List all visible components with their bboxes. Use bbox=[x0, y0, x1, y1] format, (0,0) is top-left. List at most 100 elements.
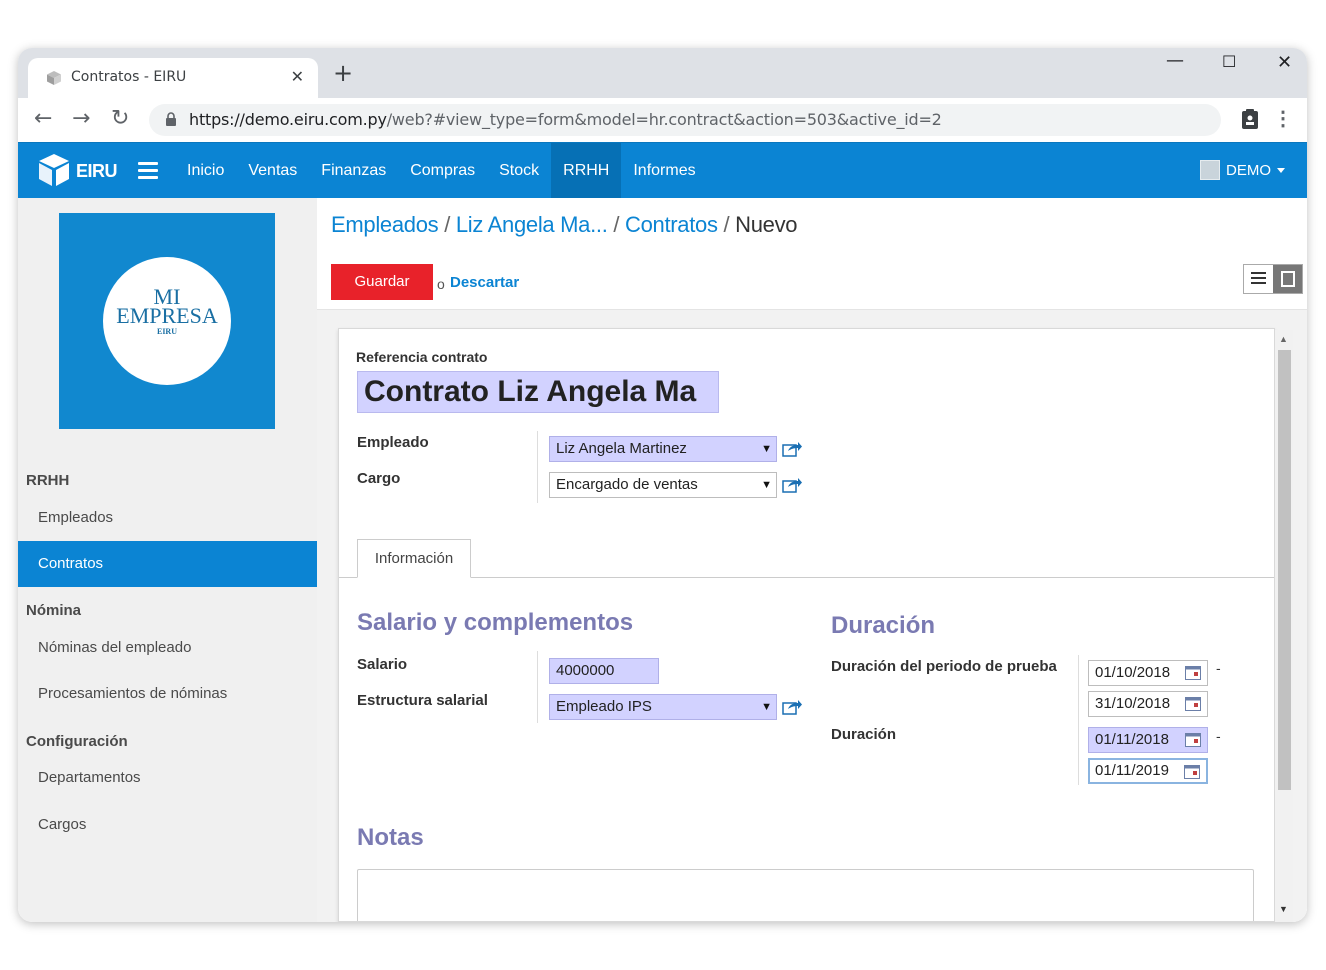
external-link-icon[interactable] bbox=[782, 477, 802, 493]
app-navbar: EIRU Inicio Ventas Finanzas Compras Stoc… bbox=[18, 142, 1307, 199]
breadcrumb-empleados[interactable]: Empleados bbox=[331, 212, 439, 237]
close-window-icon[interactable]: ✕ bbox=[1277, 52, 1292, 73]
sidebar-item-contratos[interactable]: Contratos bbox=[18, 541, 317, 587]
dropdown-arrow-icon: ▼ bbox=[761, 701, 772, 713]
address-bar[interactable]: https://demo.eiru.com.py/web?#view_type=… bbox=[149, 104, 1221, 136]
form-scrollbar[interactable]: ▲ ▼ bbox=[1275, 330, 1293, 922]
duration-start-date[interactable]: 01/11/2018 bbox=[1088, 727, 1208, 753]
salary-structure-select[interactable]: Empleado IPS ▼ bbox=[549, 694, 777, 720]
browser-toolbar: ← → ↻ https://demo.eiru.com.py/web?#view… bbox=[18, 98, 1307, 142]
duration-section-title: Duración bbox=[831, 612, 936, 639]
duration-end-date[interactable]: 01/11/2019 bbox=[1088, 758, 1208, 784]
scroll-thumb[interactable] bbox=[1278, 350, 1291, 790]
user-name: DEMO bbox=[1226, 161, 1271, 179]
breadcrumb-separator: / bbox=[444, 212, 450, 237]
field-divider bbox=[537, 431, 538, 503]
trial-end-date[interactable]: 31/10/2018 bbox=[1088, 691, 1208, 717]
duration-end-value: 01/11/2019 bbox=[1095, 762, 1169, 779]
browser-window: Contratos - EIRU ✕ + — ☐ ✕ ← → ↻ https:/… bbox=[18, 48, 1307, 922]
clipboard-extension-icon[interactable] bbox=[1241, 108, 1259, 130]
menu-item-compras[interactable]: Compras bbox=[398, 143, 487, 199]
menu-item-ventas[interactable]: Ventas bbox=[236, 143, 309, 199]
menu-item-informes[interactable]: Informes bbox=[621, 143, 707, 199]
url-text: https://demo.eiru.com.py/web?#view_type=… bbox=[189, 110, 942, 129]
calendar-icon[interactable] bbox=[1185, 697, 1201, 711]
breadcrumb-contratos[interactable]: Contratos bbox=[625, 212, 718, 237]
maximize-icon[interactable]: ☐ bbox=[1222, 52, 1236, 71]
breadcrumb-employee[interactable]: Liz Angela Ma... bbox=[456, 212, 608, 237]
salary-input[interactable]: 4000000 bbox=[549, 658, 659, 684]
job-select[interactable]: Encargado de ventas ▼ bbox=[549, 472, 777, 498]
reload-icon[interactable]: ↻ bbox=[111, 106, 129, 131]
scroll-up-icon[interactable]: ▲ bbox=[1279, 334, 1288, 344]
field-divider bbox=[1078, 655, 1079, 785]
calendar-icon[interactable] bbox=[1185, 666, 1201, 680]
sidebar-item-empleados[interactable]: Empleados bbox=[18, 495, 317, 541]
employee-label: Empleado bbox=[357, 434, 429, 451]
sidebar-item-nominas-empleado[interactable]: Nóminas del empleado bbox=[18, 625, 317, 671]
employee-select[interactable]: Liz Angela Martinez ▼ bbox=[549, 436, 777, 462]
job-value: Encargado de ventas bbox=[556, 476, 698, 493]
menu-item-finanzas[interactable]: Finanzas bbox=[309, 143, 398, 199]
date-range-dash: - bbox=[1216, 660, 1221, 676]
company-logo: MI EMPRESA EIRU bbox=[59, 213, 275, 429]
url-path: /web?#view_type=form&model=hr.contract&a… bbox=[386, 110, 942, 129]
main-content: Empleados / Liz Angela Ma... / Contratos… bbox=[317, 198, 1307, 922]
tab-informacion[interactable]: Información bbox=[357, 539, 471, 578]
breadcrumb: Empleados / Liz Angela Ma... / Contratos… bbox=[331, 212, 798, 238]
forward-icon[interactable]: → bbox=[72, 106, 90, 131]
form-sheet: Referencia contrato Contrato Liz Angela … bbox=[338, 328, 1275, 922]
contract-reference-input[interactable]: Contrato Liz Angela Ma bbox=[357, 371, 719, 413]
company-logo-circle: MI EMPRESA EIRU bbox=[103, 257, 231, 385]
salary-structure-value: Empleado IPS bbox=[556, 698, 652, 715]
menu-item-stock[interactable]: Stock bbox=[487, 143, 551, 199]
hamburger-menu-icon[interactable] bbox=[138, 162, 158, 179]
save-button[interactable]: Guardar bbox=[331, 264, 433, 300]
sidebar-header-nomina: Nómina bbox=[26, 602, 82, 619]
calendar-icon[interactable] bbox=[1184, 765, 1200, 779]
external-link-icon[interactable] bbox=[782, 699, 802, 715]
url-host: https://demo.eiru.com.py bbox=[189, 110, 387, 129]
salary-section-title: Salario y complementos bbox=[357, 609, 634, 636]
discard-link[interactable]: Descartar bbox=[450, 274, 519, 291]
duration-label: Duración bbox=[831, 726, 897, 743]
breadcrumb-separator: / bbox=[613, 212, 620, 237]
cube-favicon-icon bbox=[47, 71, 61, 85]
top-menu: Inicio Ventas Finanzas Compras Stock RRH… bbox=[175, 143, 708, 199]
sidebar-item-departamentos[interactable]: Departamentos bbox=[18, 755, 317, 801]
minimize-icon[interactable]: — bbox=[1166, 50, 1184, 71]
list-view-icon[interactable] bbox=[1244, 265, 1274, 293]
field-divider bbox=[537, 651, 538, 723]
company-logo-line2: EMPRESA bbox=[116, 303, 218, 328]
tab-divider bbox=[339, 577, 1274, 578]
trial-start-date[interactable]: 01/10/2018 bbox=[1088, 660, 1208, 686]
sidebar: MI EMPRESA EIRU RRHH Empleados Contratos… bbox=[18, 198, 317, 922]
employee-value: Liz Angela Martinez bbox=[556, 440, 687, 457]
salary-label: Salario bbox=[357, 656, 408, 673]
brand-name[interactable]: EIRU bbox=[76, 161, 118, 182]
form-view-icon[interactable] bbox=[1273, 265, 1302, 293]
browser-menu-icon[interactable]: ⋮ bbox=[1273, 106, 1293, 131]
sidebar-item-cargos[interactable]: Cargos bbox=[18, 802, 317, 848]
browser-tab[interactable]: Contratos - EIRU ✕ bbox=[28, 58, 318, 98]
menu-item-inicio[interactable]: Inicio bbox=[175, 143, 236, 199]
notes-textarea[interactable] bbox=[357, 869, 1254, 921]
dropdown-arrow-icon: ▼ bbox=[761, 443, 772, 455]
back-icon[interactable]: ← bbox=[34, 106, 52, 131]
scroll-down-icon[interactable]: ▼ bbox=[1279, 904, 1288, 914]
new-tab-button[interactable]: + bbox=[333, 61, 353, 85]
duration-start-value: 01/11/2018 bbox=[1095, 731, 1169, 748]
breadcrumb-separator: / bbox=[723, 212, 730, 237]
user-menu[interactable]: DEMO bbox=[1200, 160, 1285, 180]
menu-item-rrhh[interactable]: RRHH bbox=[551, 143, 622, 199]
sidebar-header-configuracion: Configuración bbox=[26, 733, 128, 750]
eiru-cube-logo-icon[interactable] bbox=[38, 153, 70, 187]
external-link-icon[interactable] bbox=[782, 441, 802, 457]
date-range-dash: - bbox=[1216, 728, 1221, 744]
or-text: o bbox=[437, 276, 445, 292]
sidebar-item-procesamientos[interactable]: Procesamientos de nóminas bbox=[18, 671, 317, 717]
view-switcher bbox=[1243, 264, 1303, 294]
tab-close-icon[interactable]: ✕ bbox=[291, 67, 304, 87]
calendar-icon[interactable] bbox=[1185, 733, 1201, 747]
salary-structure-label: Estructura salarial bbox=[357, 692, 488, 709]
